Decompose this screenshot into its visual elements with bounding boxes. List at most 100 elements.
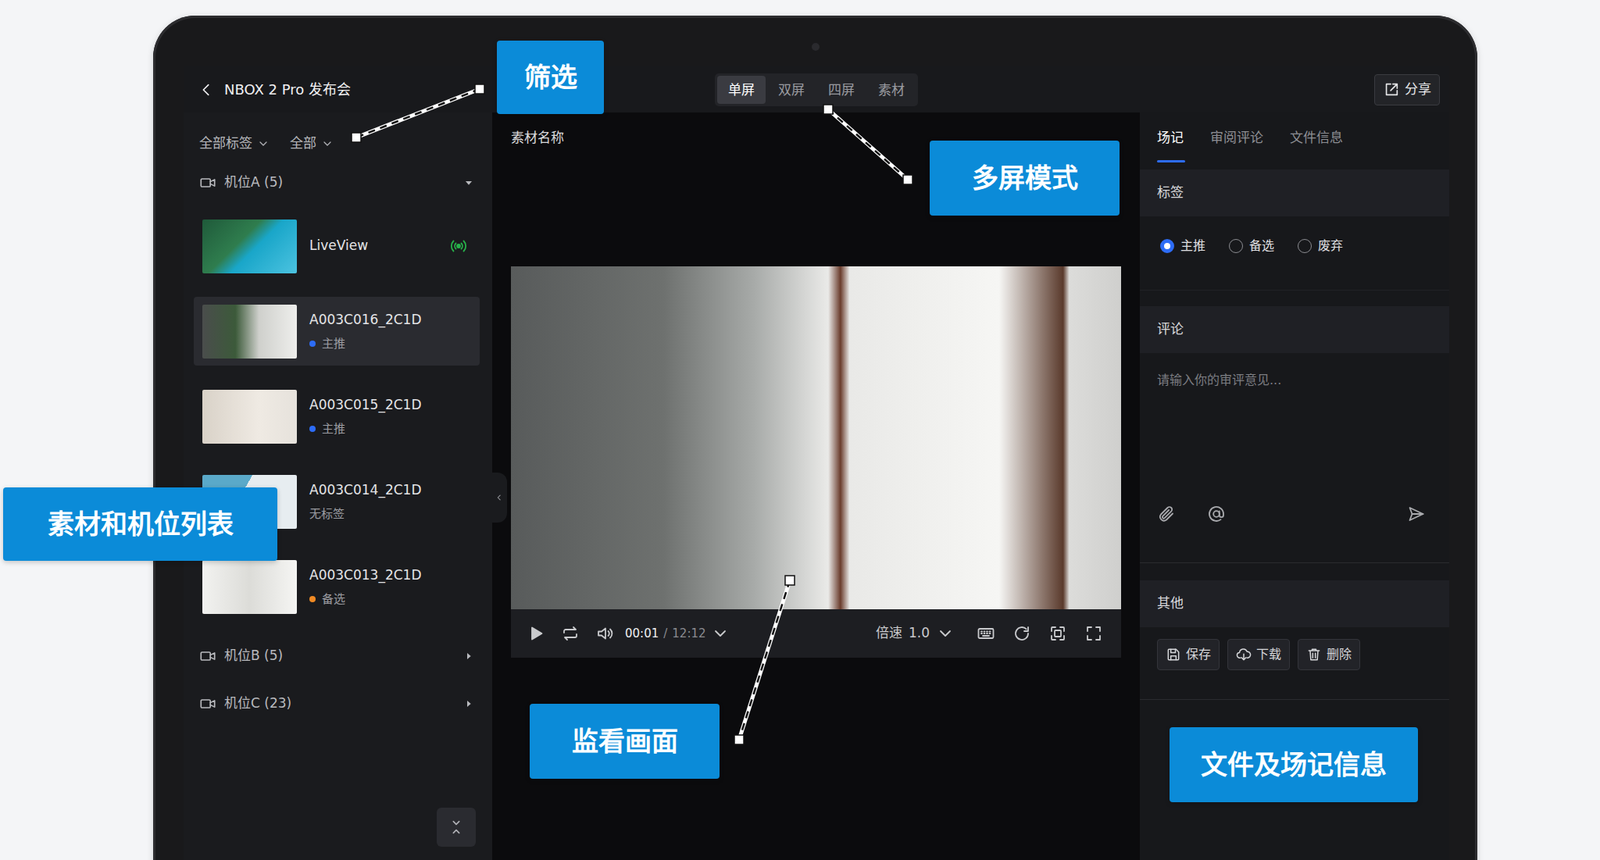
paperclip-icon[interactable] xyxy=(1157,504,1176,524)
callout-label: 筛选 xyxy=(496,40,604,115)
clip-item[interactable]: LiveView xyxy=(193,211,480,281)
clip-thumbnail xyxy=(202,560,297,615)
radio-circle[interactable] xyxy=(1297,239,1312,254)
camera-group-header[interactable]: 机位A (5) xyxy=(183,163,493,203)
back-icon[interactable] xyxy=(197,81,215,99)
collapse-button[interactable] xyxy=(436,807,476,847)
radio-label: 备选 xyxy=(1249,236,1275,256)
callout-label: 多屏模式 xyxy=(929,140,1120,216)
filter-label: 全部 xyxy=(289,133,317,154)
clip-info: A003C014_2C1D无标签 xyxy=(309,480,472,523)
tag-radio[interactable]: 主推 xyxy=(1160,236,1206,256)
caret-down-icon[interactable] xyxy=(462,176,475,190)
clip-item[interactable]: A003C013_2C1D备选 xyxy=(193,552,480,622)
save-button[interactable]: 保存 xyxy=(1157,639,1220,671)
filter-dropdown[interactable]: 全部 xyxy=(289,133,334,154)
chevleft-icon xyxy=(493,492,505,504)
caret-right-icon[interactable] xyxy=(462,650,475,663)
clip-sidebar: 全部标签全部机位A (5)LiveViewA003C016_2C1D主推A003… xyxy=(183,112,493,860)
camera-group-header[interactable]: 机位C (23) xyxy=(183,684,493,724)
current-time: 00:01 xyxy=(625,625,659,643)
radio-circle[interactable] xyxy=(1160,239,1175,254)
tag-radio[interactable]: 废弃 xyxy=(1297,236,1343,256)
tag-dot xyxy=(309,425,316,433)
at-icon[interactable] xyxy=(1207,504,1226,524)
callout-label: 素材和机位列表 xyxy=(3,487,278,561)
time-separator: / xyxy=(663,625,668,643)
camera-group-name: 机位C (23) xyxy=(224,693,292,715)
clip-name: A003C016_2C1D xyxy=(309,310,422,331)
panel-tab[interactable]: 场记 xyxy=(1157,128,1184,163)
clip-name: LiveView xyxy=(309,235,450,257)
video-player: 00:01/12:12 倍速1.0 xyxy=(510,266,1122,658)
radio-circle[interactable] xyxy=(1228,239,1243,254)
camera-group: 机位C (23) xyxy=(183,684,493,724)
camera-group-header[interactable]: 机位B (5) xyxy=(183,636,493,676)
volume-icon[interactable] xyxy=(595,624,615,643)
filter-label: 全部标签 xyxy=(199,133,253,154)
download-button[interactable]: 下载 xyxy=(1227,639,1290,671)
caret-right-icon[interactable] xyxy=(462,697,475,711)
project-title: NBOX 2 Pro 发布会 xyxy=(224,78,351,100)
view-tab[interactable]: 双屏 xyxy=(767,75,816,104)
view-tab[interactable]: 单屏 xyxy=(717,75,766,104)
camera-icon xyxy=(199,647,217,665)
panel-tab[interactable]: 文件信息 xyxy=(1289,128,1343,163)
button-label: 删除 xyxy=(1326,645,1352,665)
loop-icon[interactable] xyxy=(560,624,580,643)
section-header: 标签 xyxy=(1139,169,1450,217)
clip-tag: 主推 xyxy=(321,420,346,439)
clip-info: A003C015_2C1D 主推 xyxy=(309,395,472,438)
camera-group: 机位B (5) xyxy=(183,636,493,676)
tag-radio-group: 主推 备选 废弃 xyxy=(1139,216,1450,291)
view-tab-label: 双屏 xyxy=(778,82,805,98)
delete-button[interactable]: 删除 xyxy=(1297,639,1361,671)
section-header: 评论 xyxy=(1139,306,1450,354)
video-frame[interactable] xyxy=(510,266,1122,610)
broadcast-icon xyxy=(449,236,468,256)
radio-label: 主推 xyxy=(1180,236,1206,256)
clip-tag: 主推 xyxy=(321,335,346,354)
clip-item[interactable]: A003C015_2C1D 主推 xyxy=(193,382,480,451)
clip-thumbnail xyxy=(202,304,297,359)
fullscreen-icon[interactable] xyxy=(1084,624,1104,643)
chev-icon xyxy=(321,137,334,150)
player-controls: 00:01/12:12 倍速1.0 xyxy=(510,609,1122,658)
view-tab-label: 四屏 xyxy=(828,82,855,98)
play-icon[interactable] xyxy=(526,624,546,643)
panel-tab[interactable]: 审阅评论 xyxy=(1210,128,1264,163)
time-display[interactable]: 00:01/12:12 xyxy=(625,624,730,643)
view-tab[interactable]: 素材 xyxy=(867,75,916,104)
view-tab-label: 单屏 xyxy=(728,82,755,98)
share-icon xyxy=(1382,81,1400,99)
radio-label: 废弃 xyxy=(1317,236,1343,256)
camera-icon xyxy=(199,174,217,192)
sidebar-toggle[interactable] xyxy=(491,472,508,523)
clip-thumbnail xyxy=(202,389,297,444)
send-icon[interactable] xyxy=(1407,504,1426,524)
camera-group-name: 机位A (5) xyxy=(224,172,283,193)
view-tab-label: 素材 xyxy=(878,82,905,98)
tag-radio[interactable]: 备选 xyxy=(1228,236,1275,256)
callout-label: 文件及场记信息 xyxy=(1169,727,1418,803)
rotate-icon[interactable] xyxy=(1012,624,1032,643)
frame-icon[interactable] xyxy=(1048,624,1068,643)
top-bar: NBOX 2 Pro 发布会 单屏 双屏 四屏 素材 分享 xyxy=(183,66,1450,113)
share-label: 分享 xyxy=(1404,79,1432,100)
camera-group-name: 机位B (5) xyxy=(224,646,283,667)
keyboard-icon[interactable] xyxy=(976,624,996,643)
clip-name: A003C013_2C1D xyxy=(309,565,422,586)
chev-icon xyxy=(710,624,730,643)
view-mode-tabs: 单屏 双屏 四屏 素材 xyxy=(714,73,918,107)
filter-dropdown[interactable]: 全部标签 xyxy=(199,133,270,154)
save-icon xyxy=(1165,646,1182,663)
clip-item[interactable]: A003C016_2C1D 主推 xyxy=(193,296,480,366)
share-button[interactable]: 分享 xyxy=(1374,74,1440,106)
clip-name: A003C015_2C1D xyxy=(309,395,422,416)
comment-box xyxy=(1139,353,1450,564)
view-tab[interactable]: 四屏 xyxy=(817,75,866,104)
download-icon xyxy=(1235,646,1252,663)
comment-input[interactable] xyxy=(1157,371,1433,499)
speed-selector[interactable]: 倍速1.0 xyxy=(875,623,955,644)
section-header: 其他 xyxy=(1139,580,1450,628)
